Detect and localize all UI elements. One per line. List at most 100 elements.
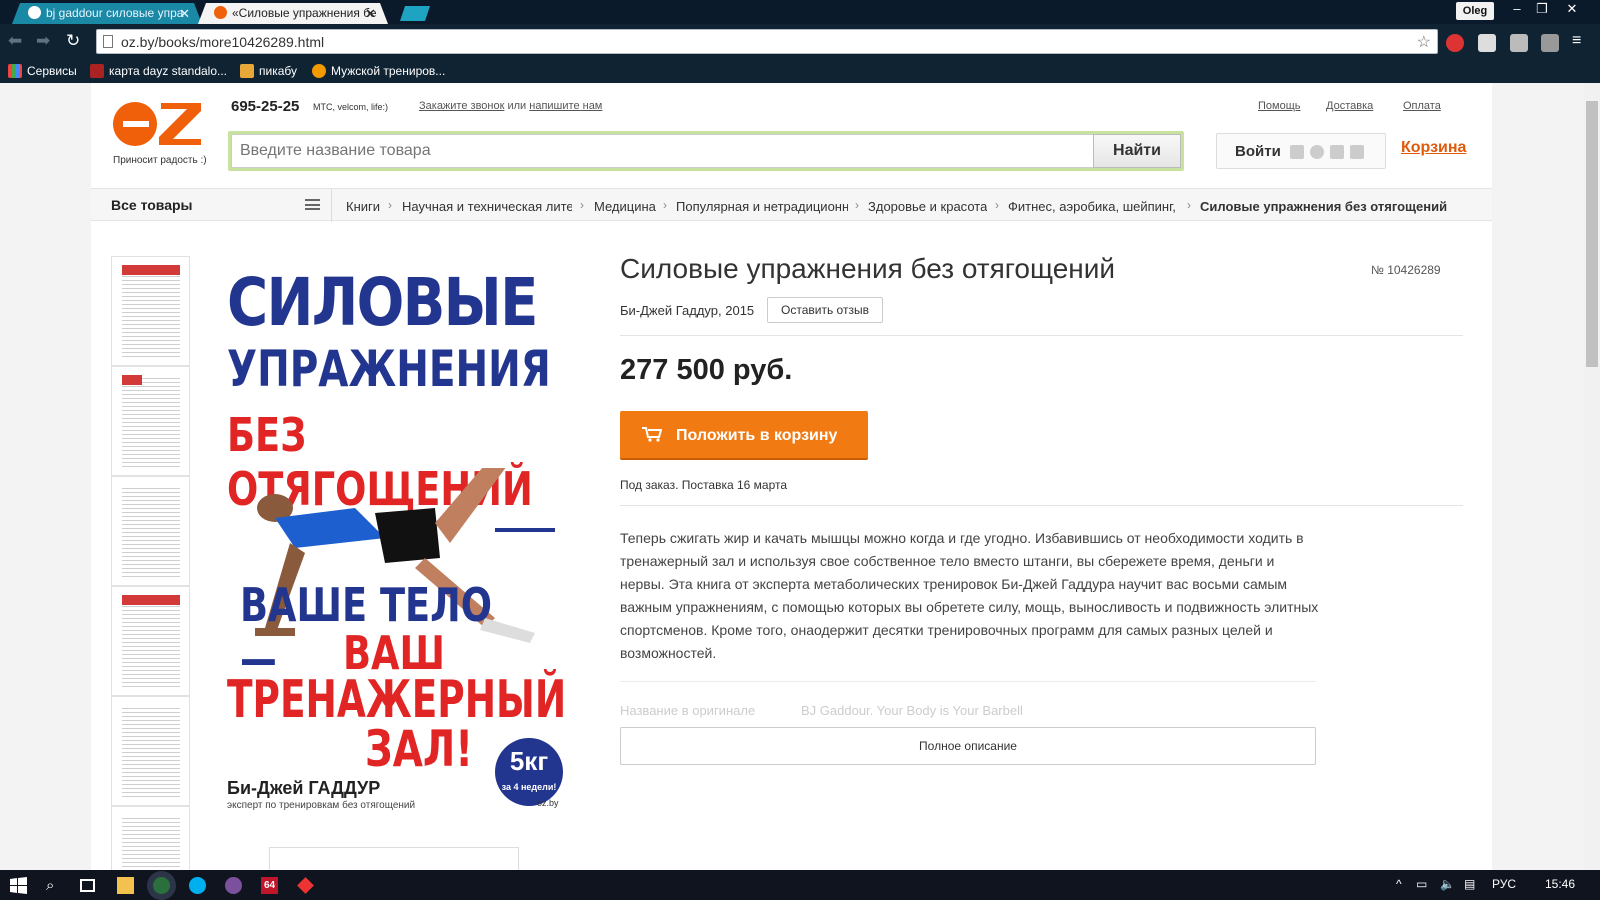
back-icon[interactable]: ⬅ [8, 31, 22, 51]
app-64-icon[interactable]: 64 [261, 877, 278, 894]
windows-start-icon[interactable] [10, 877, 27, 894]
search-icon[interactable]: ⌕ [46, 877, 63, 894]
book-cover[interactable]: СИЛОВЫЕ УПРАЖНЕНИЯ БЕЗ ОТЯГОЩЕНИЙ ВАШЕ Т… [215, 258, 583, 813]
oz-favicon-icon [214, 6, 227, 19]
language-indicator[interactable]: РУС [1492, 877, 1516, 891]
reload-icon[interactable]: ↻ [66, 31, 80, 51]
extension-icon[interactable] [1541, 34, 1559, 52]
thumbnail[interactable] [111, 586, 190, 696]
all-goods-menu[interactable]: Все товары [111, 197, 193, 213]
scrollbar-thumb[interactable] [1586, 101, 1598, 367]
cover-author: Би-Джей ГАДДУР [227, 778, 381, 798]
breadcrumb-popular[interactable]: Популярная и нетрадиционн [676, 199, 848, 214]
chevron-up-icon[interactable]: ^ [1396, 877, 1402, 891]
task-view-icon[interactable] [80, 879, 95, 892]
app-icon[interactable] [297, 877, 314, 894]
tab-search[interactable]: bj gaddour силовые упра ✕ [12, 3, 202, 24]
product-price: 277 500 руб. [620, 354, 793, 386]
new-tab-button[interactable] [400, 6, 430, 21]
forward-icon[interactable]: ➡ [36, 31, 50, 51]
tab-product[interactable]: «Силовые упражнения бе ✕ [198, 3, 388, 24]
google-icon [28, 6, 41, 19]
bookmark-training[interactable]: Мужской трениров... [312, 64, 445, 78]
minimize-icon[interactable]: – [1505, 0, 1529, 18]
bookmark-star-icon[interactable]: ☆ [1417, 32, 1431, 52]
cart-link[interactable]: Корзина [1401, 139, 1466, 157]
url-text: oz.by/books/more10426289.html [121, 34, 325, 50]
cover-badge: 5кг за 4 недели! [495, 738, 563, 806]
add-to-cart-button[interactable]: Положить в корзину [620, 411, 868, 460]
thumbnail[interactable] [111, 696, 190, 806]
breadcrumb-medicine[interactable]: Медицина [594, 199, 656, 214]
original-title-value: BJ Gaddour. Your Body is Your Barbell [801, 703, 1023, 718]
odnoklassniki-icon[interactable] [1310, 145, 1324, 159]
search-button[interactable]: Найти [1093, 134, 1181, 168]
payment-link[interactable]: Оплата [1403, 100, 1441, 112]
clock[interactable]: 15:46 [1545, 877, 1575, 891]
bookmark-dayz[interactable]: карта dayz standalo... [90, 64, 227, 78]
bookmark-services[interactable]: Сервисы [8, 64, 77, 78]
web-page: Приносит радость :) 695-25-25 МТС, velco… [0, 83, 1584, 870]
cover-title: СИЛОВЫЕ [227, 264, 538, 341]
breadcrumb-fitness[interactable]: Фитнес, аэробика, шейпинг, [1008, 199, 1178, 214]
bookmarks-bar: Сервисы карта dayz standalo... пикабу Му… [0, 59, 1600, 83]
menu-icon[interactable]: ≡ [1572, 32, 1586, 50]
chevron-right-icon: › [1187, 198, 1191, 212]
close-window-icon[interactable]: ✕ [1560, 0, 1584, 18]
vk-icon[interactable] [1290, 145, 1304, 159]
bookmark-pikabu[interactable]: пикабу [240, 64, 297, 78]
chevron-right-icon: › [580, 198, 584, 212]
viber-icon[interactable] [225, 877, 242, 894]
thumbnail[interactable] [111, 366, 190, 476]
skype-icon[interactable] [189, 877, 206, 894]
restore-icon[interactable]: ❐ [1530, 0, 1554, 18]
address-bar[interactable]: oz.by/books/more10426289.html ☆ [96, 29, 1438, 54]
order-call-link[interactable]: Закажите звонок [419, 100, 504, 112]
file-explorer-icon[interactable] [117, 877, 134, 894]
google-plus-icon[interactable] [1350, 145, 1364, 159]
network-icon[interactable]: ▭ [1416, 877, 1427, 891]
thumbnail[interactable] [111, 806, 190, 870]
breadcrumb-books[interactable]: Книги [346, 199, 380, 214]
search-input[interactable] [231, 134, 1095, 168]
oz-logo[interactable] [113, 99, 203, 149]
login-button[interactable]: Войти [1235, 143, 1281, 160]
adblock-extension-icon[interactable] [1446, 34, 1464, 52]
page-scrollbar[interactable] [1584, 83, 1600, 870]
tab-label: «Силовые упражнения бе [232, 6, 377, 20]
product-description: Теперь сжигать жир и качать мышцы можно … [620, 530, 1319, 661]
breadcrumb-science[interactable]: Научная и техническая лите [402, 199, 572, 214]
help-link[interactable]: Помощь [1258, 100, 1301, 112]
windows-taskbar: ⌕ 64 ^ ▭ 🔈 ▤ РУС 15:46 [0, 870, 1600, 900]
close-icon[interactable]: ✕ [179, 3, 190, 24]
download-extension-icon[interactable] [1510, 34, 1528, 52]
page-icon [103, 35, 113, 48]
mailru-icon[interactable] [1330, 145, 1344, 159]
chevron-right-icon: › [855, 198, 859, 212]
cart-icon [642, 427, 662, 442]
chevron-right-icon: › [995, 198, 999, 212]
thumbnail-strip [111, 256, 190, 870]
breadcrumb-current: Силовые упражнения без отягощений [1200, 199, 1448, 214]
cover-title: УПРАЖНЕНИЯ [227, 340, 551, 398]
product-author-year[interactable]: Би-Джей Гаддур, 2015 [620, 303, 754, 318]
add-to-cart-label: Положить в корзину [676, 427, 838, 444]
cover-title: ЗАЛ! [365, 720, 474, 778]
breadcrumb-health[interactable]: Здоровье и красота [868, 199, 987, 214]
profile-button[interactable]: Oleg [1456, 2, 1494, 20]
page-content: Приносит радость :) 695-25-25 МТС, velco… [91, 83, 1492, 870]
thumbnail[interactable] [111, 256, 190, 366]
training-icon [312, 64, 326, 78]
full-description-button[interactable]: Полное описание [620, 727, 1316, 765]
notifications-icon[interactable]: ▤ [1464, 877, 1475, 891]
hamburger-icon[interactable] [305, 199, 320, 210]
delivery-link[interactable]: Доставка [1326, 100, 1373, 112]
product-title: Силовые упражнения без отягощений [620, 253, 1116, 284]
close-icon[interactable]: ✕ [365, 3, 376, 24]
leave-review-button[interactable]: Оставить отзыв [767, 297, 883, 323]
volume-icon[interactable]: 🔈 [1440, 877, 1455, 891]
extension-icon[interactable] [1478, 34, 1496, 52]
thumbnail[interactable] [111, 476, 190, 586]
chrome-icon[interactable] [153, 877, 170, 894]
write-us-link[interactable]: напишите нам [529, 100, 602, 112]
